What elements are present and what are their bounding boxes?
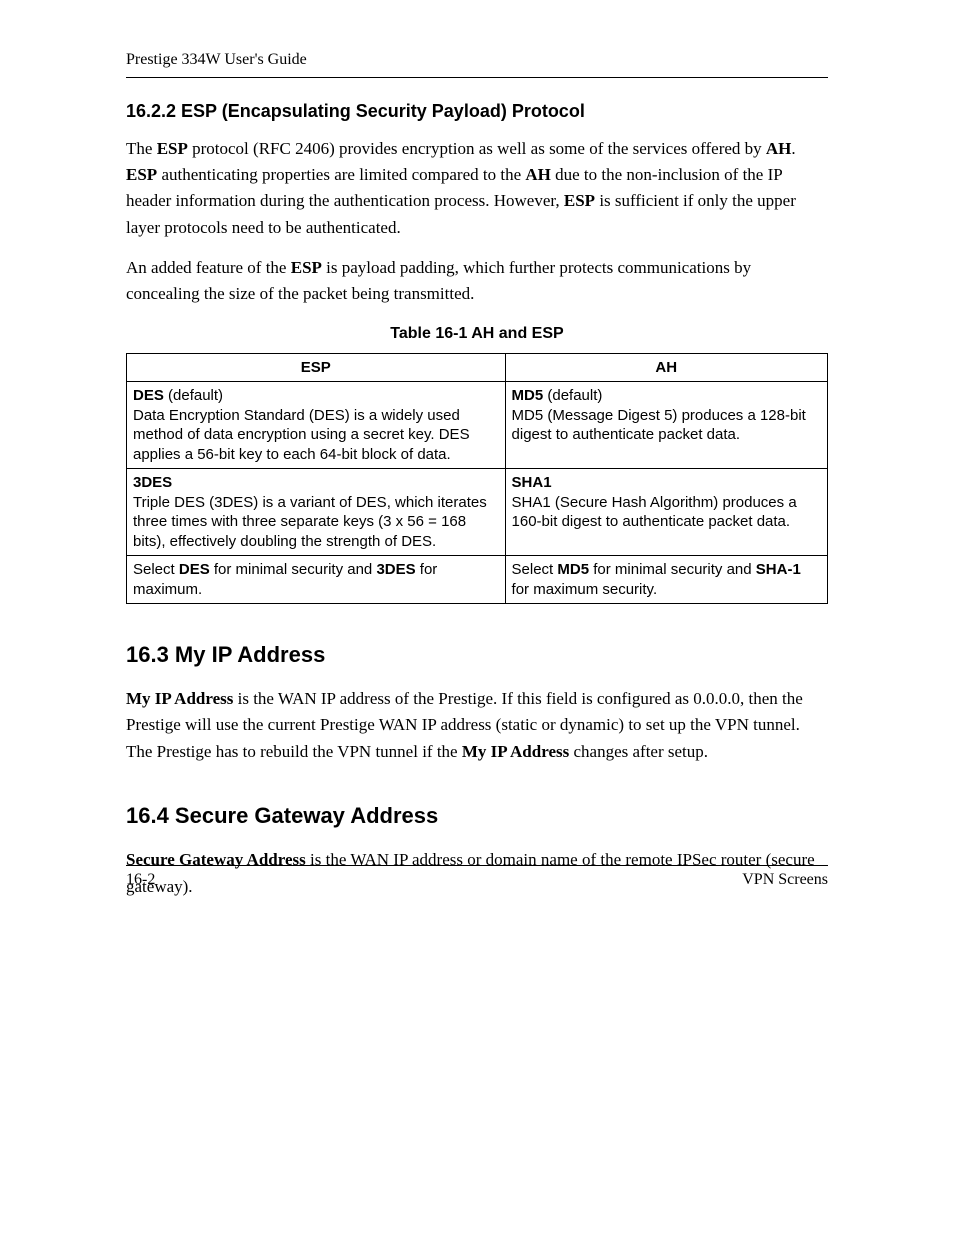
heading-16-4: 16.4 Secure Gateway Address [126,799,828,833]
table-row: 3DES Triple DES (3DES) is a variant of D… [127,469,828,556]
heading-16-3: 16.3 My IP Address [126,638,828,672]
cell-esp-select: Select DES for minimal security and 3DES… [127,556,506,604]
cell-md5: MD5 (default) MD5 (Message Digest 5) pro… [505,382,827,469]
cell-sha1: SHA1 SHA1 (Secure Hash Algorithm) produc… [505,469,827,556]
page-body: Prestige 334W User's Guide 16.2.2 ESP (E… [0,0,954,900]
table-row: Select DES for minimal security and 3DES… [127,556,828,604]
heading-16-2-2: 16.2.2 ESP (Encapsulating Security Paylo… [126,98,828,126]
col-esp-header: ESP [127,353,506,382]
cell-ah-select: Select MD5 for minimal security and SHA-… [505,556,827,604]
cell-3des: 3DES Triple DES (3DES) is a variant of D… [127,469,506,556]
cell-des: DES (default) Data Encryption Standard (… [127,382,506,469]
page-header: Prestige 334W User's Guide [126,48,828,78]
table-header-row: ESP AH [127,353,828,382]
table-caption: Table 16-1 AH and ESP [126,322,828,347]
page-number: 16-2 [126,868,155,893]
paragraph: My IP Address is the WAN IP address of t… [126,686,828,765]
footer-section: VPN Screens [742,868,828,893]
paragraph: The ESP protocol (RFC 2406) provides enc… [126,136,828,241]
table-16-1: ESP AH DES (default) Data Encryption Sta… [126,353,828,605]
doc-title: Prestige 334W User's Guide [126,51,307,68]
table-row: DES (default) Data Encryption Standard (… [127,382,828,469]
page-footer: 16-2 VPN Screens [126,865,828,893]
col-ah-header: AH [505,353,827,382]
paragraph: An added feature of the ESP is payload p… [126,255,828,308]
footer-rule [126,865,828,866]
